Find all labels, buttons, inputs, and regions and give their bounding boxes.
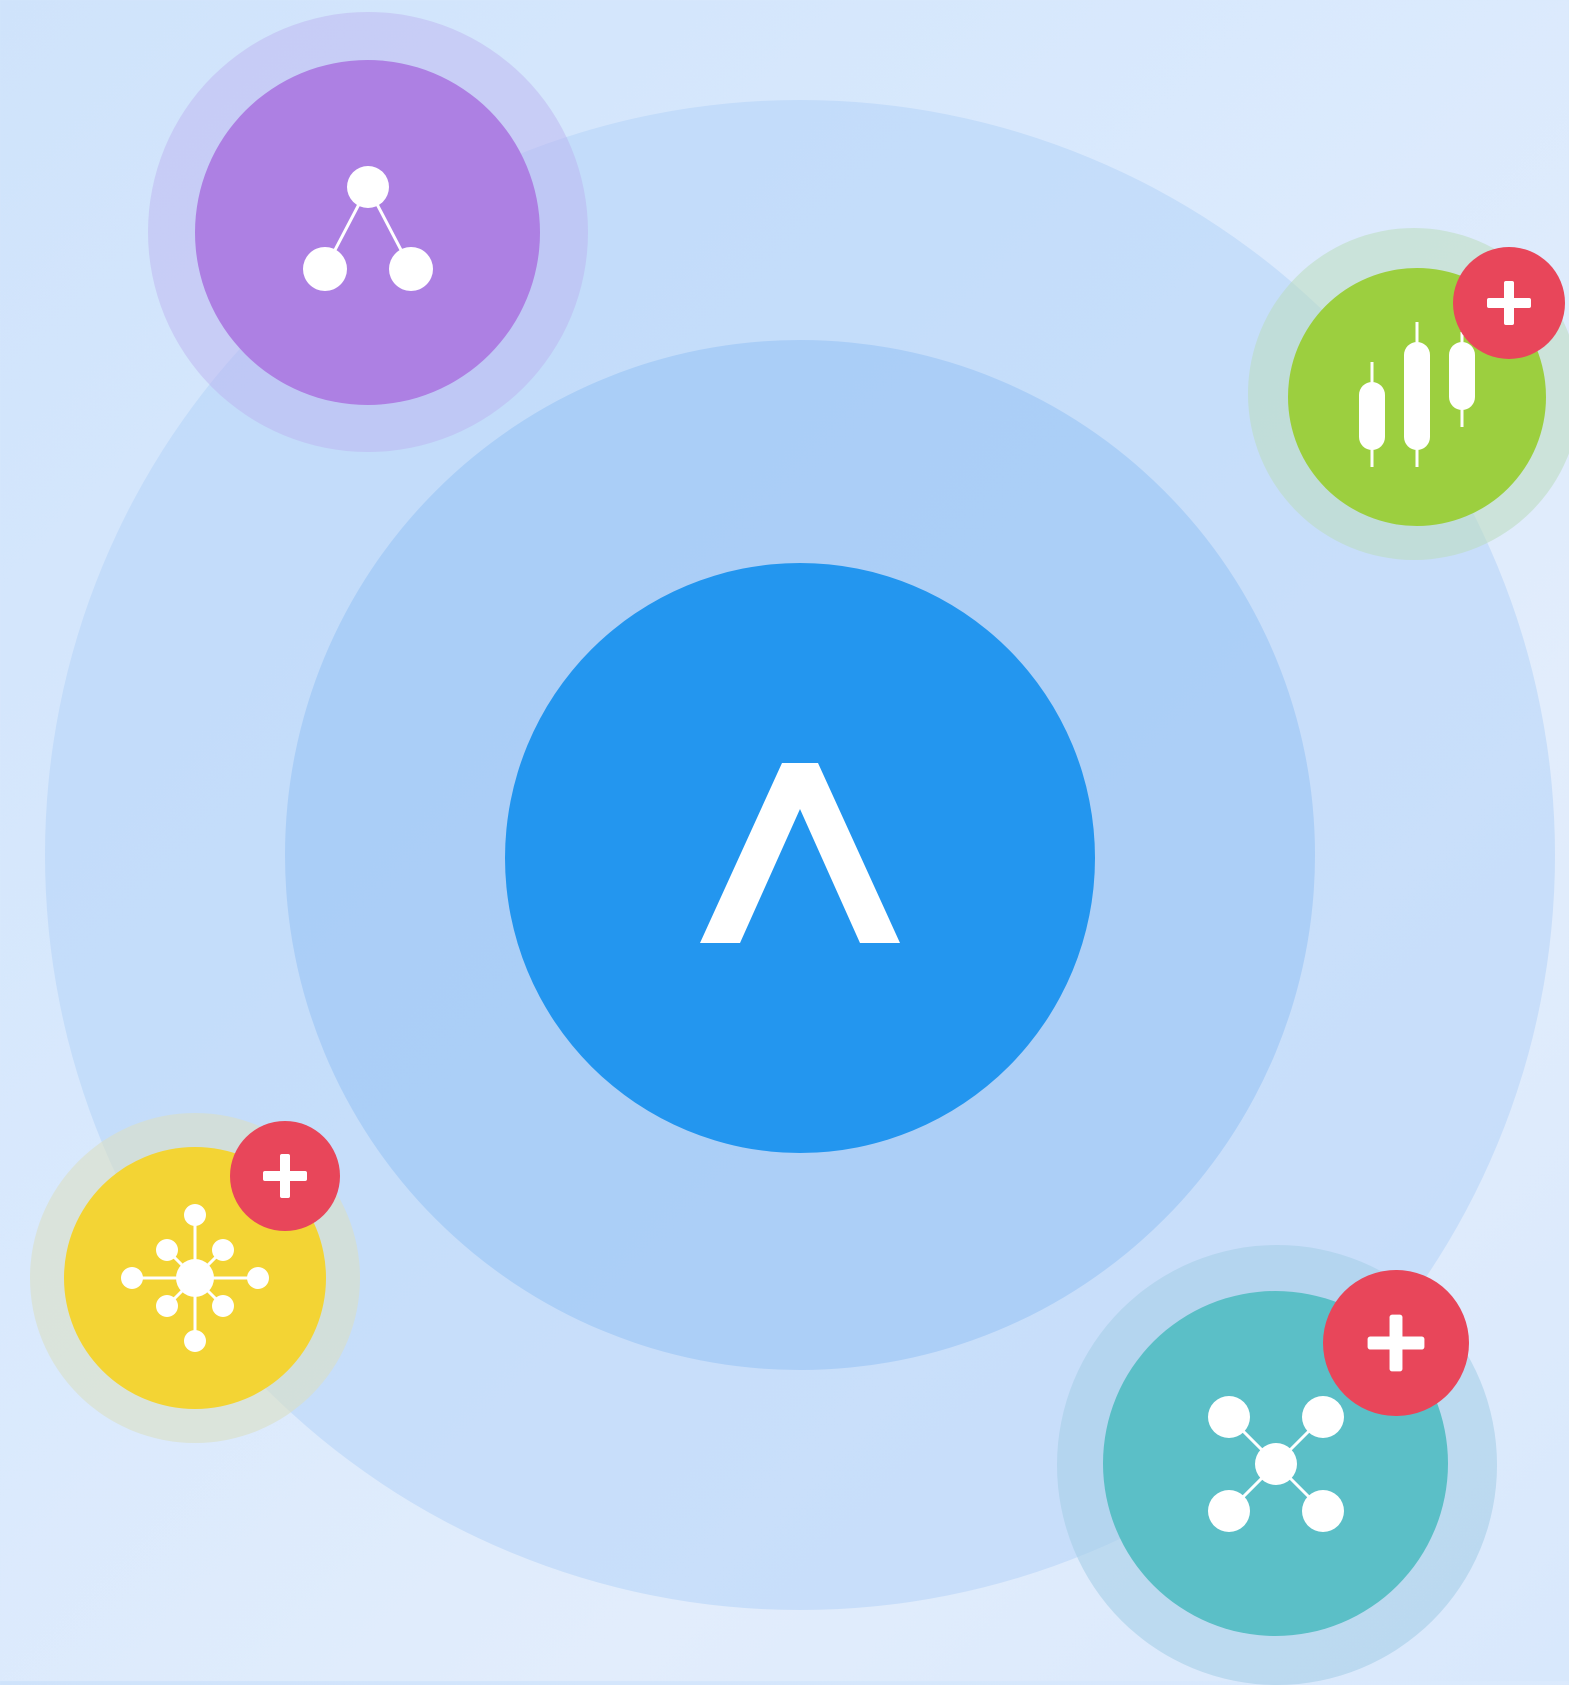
tree-hierarchy-icon	[302, 165, 433, 291]
candlestick-chart-icon	[1359, 322, 1475, 467]
plus-icon	[1367, 1314, 1425, 1372]
plus-icon	[1487, 281, 1531, 325]
purple-node-button[interactable]	[195, 60, 540, 405]
plus-icon	[263, 1154, 307, 1198]
green-node-add-badge[interactable]	[1453, 247, 1565, 359]
teal-node-add-badge[interactable]	[1323, 1270, 1469, 1416]
star-network-icon	[1207, 1395, 1344, 1532]
yellow-node-add-badge[interactable]	[230, 1121, 340, 1231]
center-core-button[interactable]	[505, 563, 1095, 1153]
hub-network-icon	[121, 1204, 269, 1352]
caret-up-icon	[700, 763, 900, 943]
